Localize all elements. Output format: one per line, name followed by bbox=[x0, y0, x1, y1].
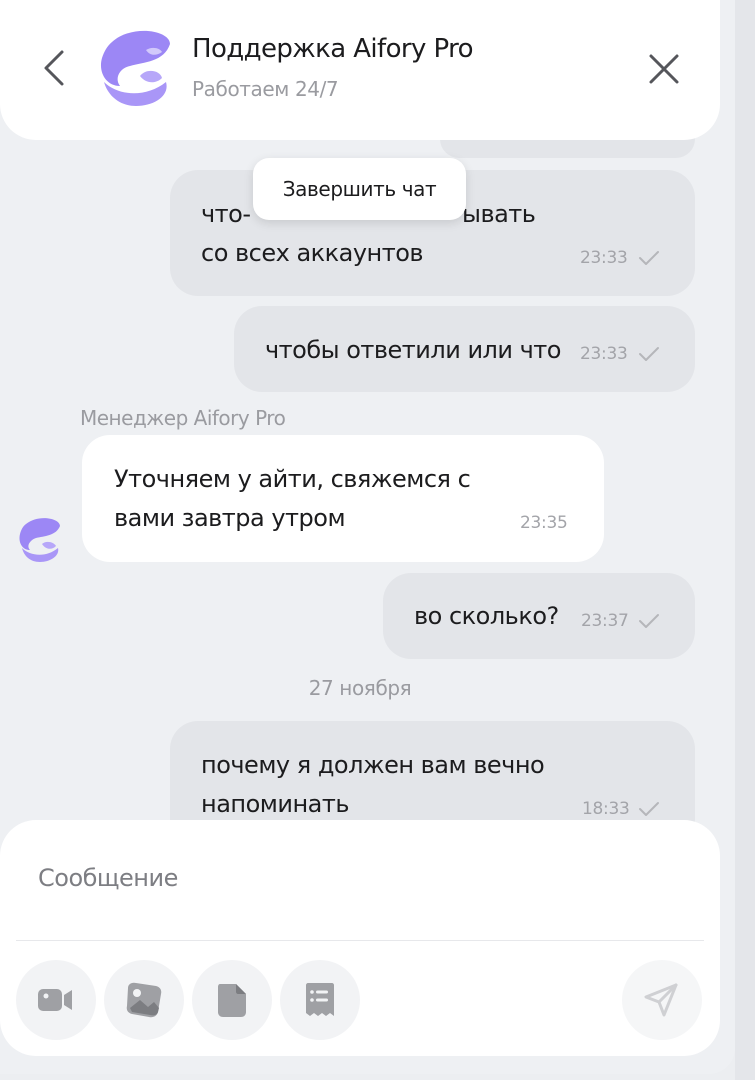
sender-name: Менеджер Aifory Pro bbox=[80, 406, 286, 430]
message-time: 23:33 bbox=[580, 248, 628, 268]
end-chat-menu-item[interactable]: Завершить чат bbox=[253, 158, 466, 220]
read-check-icon bbox=[639, 251, 659, 265]
manager-avatar-icon bbox=[19, 518, 60, 562]
message-text-line2: напоминать bbox=[201, 790, 350, 818]
message-bubble: чтобы ответили или что 23:33 bbox=[234, 306, 695, 392]
message-time: 23:33 bbox=[580, 344, 628, 364]
message-text-line1: Уточняем у айти, свяжемся с bbox=[114, 465, 471, 493]
message-text-line1: почему я должен вам вечно bbox=[201, 751, 545, 779]
aifory-logo-icon bbox=[100, 30, 170, 106]
message-bubble-incoming: Уточняем у айти, свяжемся с вами завтра … bbox=[82, 435, 604, 562]
receipt-button[interactable] bbox=[280, 960, 360, 1040]
panel-edge bbox=[735, 0, 755, 1080]
chat-title: Поддержка Aifory Pro bbox=[192, 34, 474, 64]
message-text-line2: со всех аккаунтов bbox=[201, 239, 424, 267]
message-bubble: во сколько? 23:37 bbox=[383, 573, 695, 659]
send-icon bbox=[644, 983, 678, 1017]
receipt-icon bbox=[306, 983, 334, 1016]
date-separator: 27 ноября bbox=[308, 676, 412, 700]
message-text: во сколько? bbox=[414, 602, 559, 630]
read-check-icon bbox=[639, 347, 659, 361]
read-check-icon bbox=[639, 802, 659, 816]
image-button[interactable] bbox=[104, 960, 184, 1040]
message-text-line1-end: ывать bbox=[462, 200, 536, 228]
chat-subtitle: Работаем 24/7 bbox=[192, 77, 339, 101]
message-text: чтобы ответили или что bbox=[265, 336, 561, 364]
chevron-left-icon[interactable] bbox=[30, 46, 80, 90]
video-icon bbox=[38, 989, 72, 1011]
message-text-line1: что- bbox=[201, 200, 251, 228]
video-button[interactable] bbox=[16, 960, 96, 1040]
message-time: 23:35 bbox=[520, 513, 568, 533]
file-button[interactable] bbox=[192, 960, 272, 1040]
message-time: 23:37 bbox=[581, 611, 629, 631]
image-icon bbox=[126, 982, 162, 1018]
message-time: 18:33 bbox=[582, 799, 630, 819]
send-button[interactable] bbox=[622, 960, 702, 1040]
file-icon bbox=[218, 984, 246, 1017]
message-text-line2: вами завтра утром bbox=[114, 504, 346, 532]
message-input[interactable] bbox=[20, 848, 690, 908]
close-icon[interactable] bbox=[640, 46, 688, 92]
composer-divider bbox=[16, 940, 704, 941]
chat-header: Поддержка Aifory Pro Работаем 24/7 bbox=[0, 0, 720, 140]
message-composer bbox=[0, 820, 720, 1056]
read-check-icon bbox=[639, 614, 659, 628]
